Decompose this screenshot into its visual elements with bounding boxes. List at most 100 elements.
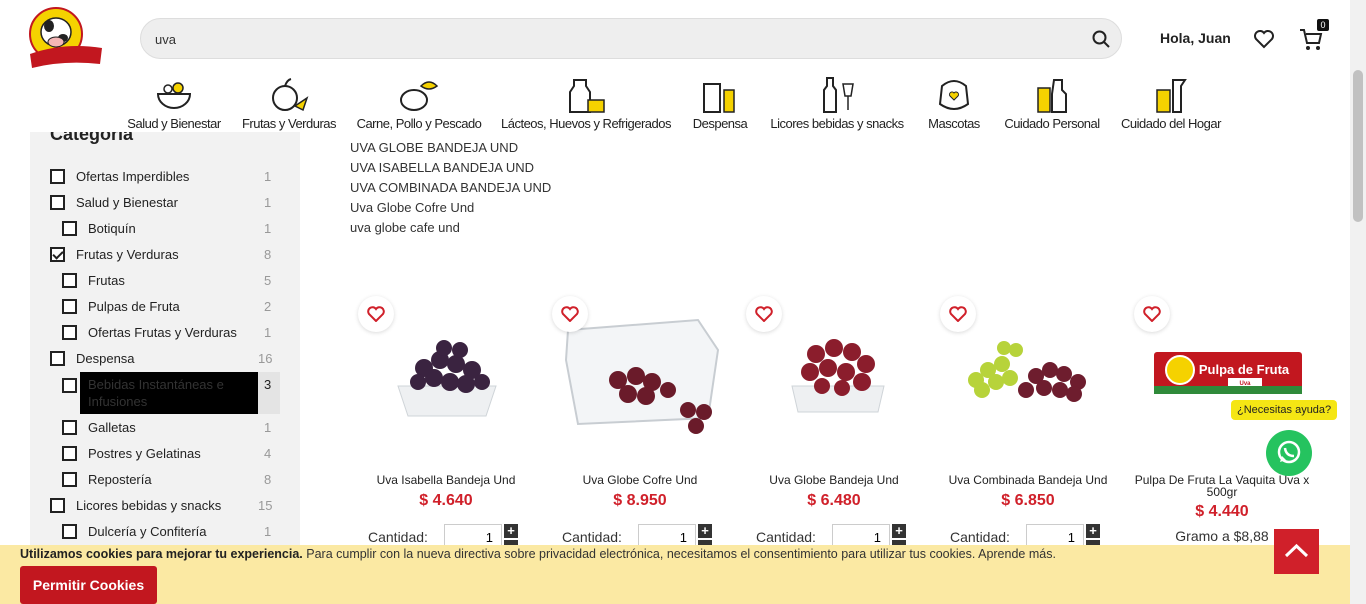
facet-galletas[interactable]: Galletas (62, 417, 136, 437)
facet-label: Despensa (76, 350, 135, 366)
facet-label: Frutas (88, 272, 125, 288)
facet-checkbox[interactable] (50, 194, 65, 210)
search-icon[interactable] (1091, 29, 1111, 49)
facet-botiquin[interactable]: Botiquín (62, 218, 136, 238)
learn-more-link[interactable]: Aprende más. (978, 547, 1056, 561)
page-scrollbar[interactable] (1350, 0, 1366, 604)
favorite-button[interactable] (746, 296, 782, 332)
facet-checkbox[interactable] (50, 350, 65, 366)
facet-checkbox[interactable] (62, 377, 77, 393)
whatsapp-icon (1277, 440, 1301, 464)
pet-icon (938, 80, 970, 110)
product-name[interactable]: Uva Combinada Bandeja Und (938, 474, 1118, 486)
facet-checkbox[interactable] (62, 419, 77, 435)
product-name[interactable]: Uva Isabella Bandeja Und (356, 474, 536, 486)
facet-pulpas-de-fruta[interactable]: Pulpas de Fruta (62, 296, 180, 316)
facet-checkbox[interactable] (62, 471, 77, 487)
facet-despensa[interactable]: Despensa (50, 348, 135, 368)
facet-checkbox[interactable] (62, 220, 77, 236)
product-name[interactable]: Pulpa De Fruta La Vaquita Uva x 500gr (1132, 474, 1312, 498)
quantity-label: Cantidad: (562, 529, 622, 545)
facet-frutas-verduras[interactable]: Frutas y Verduras (50, 244, 179, 264)
pack-flavor: Uva (1239, 381, 1251, 387)
facet-dulceria[interactable]: Dulcería y Confitería (62, 521, 207, 541)
category-despensa[interactable]: Despensa (690, 76, 750, 131)
facet-label: Licores bebidas y snacks (76, 497, 222, 513)
facet-reposteria[interactable]: Repostería (62, 469, 152, 489)
product-price: $ 6.480 (807, 492, 861, 509)
whatsapp-help-tooltip[interactable]: ¿Necesitas ayuda? (1231, 400, 1338, 420)
category-licores[interactable]: Licores bebidas y snacks (768, 76, 906, 131)
product-card[interactable]: Pulpa de Fruta Uva Pulpa De Fruta La Vaq… (1132, 290, 1312, 550)
quantity-label: Cantidad: (756, 529, 816, 545)
product-name[interactable]: Uva Globe Cofre Und (550, 474, 730, 486)
facet-checkbox[interactable] (50, 497, 65, 513)
facet-checkbox[interactable] (62, 298, 77, 314)
facet-postres-gelatinas[interactable]: Postres y Gelatinas (62, 443, 201, 463)
suggestion-item[interactable]: UVA COMBINADA BANDEJA UND (350, 178, 551, 198)
whatsapp-button[interactable] (1266, 430, 1312, 476)
facet-count: 4 (264, 446, 272, 461)
heart-icon (1143, 306, 1161, 322)
wishlist-heart-icon[interactable] (1253, 28, 1275, 50)
suggestion-item[interactable]: uva globe cafe und (350, 218, 551, 238)
category-frutas-verduras[interactable]: Frutas y Verduras (240, 76, 338, 131)
facet-frutas[interactable]: Frutas (62, 270, 125, 290)
category-salud-bienestar[interactable]: Salud y Bienestar (126, 76, 222, 131)
facet-checkbox[interactable] (62, 324, 77, 340)
facet-count: 1 (264, 420, 272, 435)
facet-ofertas-imperdibles[interactable]: Ofertas Imperdibles (50, 166, 189, 186)
favorite-button[interactable] (552, 296, 588, 332)
increase-quantity-button[interactable]: + (698, 524, 712, 538)
facet-licores[interactable]: Licores bebidas y snacks (50, 495, 221, 515)
facet-label: Postres y Gelatinas (88, 445, 201, 461)
facet-count: 8 (264, 472, 272, 487)
home-care-icon (1156, 79, 1187, 113)
category-cuidado-hogar[interactable]: Cuidado del Hogar (1118, 76, 1224, 131)
favorite-button[interactable] (940, 296, 976, 332)
la-vaquita-logo[interactable] (26, 6, 104, 70)
pantry-icon (703, 83, 735, 113)
user-greeting[interactable]: Hola, Juan (1160, 30, 1231, 46)
chevron-up-icon (1284, 543, 1309, 558)
allow-cookies-button[interactable]: Permitir Cookies (20, 566, 157, 604)
suggestion-item[interactable]: Uva Globe Cofre Und (350, 198, 551, 218)
quantity-label: Cantidad: (950, 529, 1010, 545)
facet-checkbox[interactable] (62, 445, 77, 461)
suggestion-item[interactable]: UVA GLOBE BANDEJA UND (350, 138, 551, 158)
facet-salud-bienestar[interactable]: Salud y Bienestar (50, 192, 178, 212)
facet-label: Botiquín (88, 220, 136, 236)
facet-label: Dulcería y Confitería (88, 523, 207, 539)
category-mascotas[interactable]: Mascotas (922, 76, 986, 131)
increase-quantity-button[interactable]: + (892, 524, 906, 538)
facet-checkbox[interactable] (62, 523, 77, 539)
product-name[interactable]: Uva Globe Bandeja Und (744, 474, 924, 486)
scrollbar-thumb[interactable] (1353, 70, 1363, 222)
product-card[interactable]: Uva Isabella Bandeja Und $ 4.640 Cantida… (356, 290, 536, 554)
product-card[interactable]: Uva Combinada Bandeja Und $ 6.850 Cantid… (938, 290, 1118, 554)
dairy-icon (569, 79, 605, 113)
category-lacteos[interactable]: Lácteos, Huevos y Refrigerados (500, 76, 672, 131)
facet-checkbox[interactable] (62, 272, 77, 288)
heart-icon (561, 306, 579, 322)
increase-quantity-button[interactable]: + (1086, 524, 1100, 538)
facet-checkbox-checked[interactable] (50, 246, 65, 262)
facet-count: 2 (264, 299, 272, 314)
product-card[interactable]: Uva Globe Bandeja Und $ 6.480 Cantidad: … (744, 290, 924, 554)
category-cuidado-personal[interactable]: Cuidado Personal (1002, 76, 1102, 131)
favorite-button[interactable] (358, 296, 394, 332)
facet-checkbox[interactable] (50, 168, 65, 184)
suggestion-item[interactable]: UVA ISABELLA BANDEJA UND (350, 158, 551, 178)
facet-count: 1 (264, 195, 272, 210)
cookie-headline: Utilizamos cookies para mejorar tu exper… (20, 547, 303, 561)
facet-label: Frutas y Verduras (76, 246, 179, 262)
facet-ofertas-frutas-verduras[interactable]: Ofertas Frutas y Verduras (62, 322, 237, 342)
favorite-button[interactable] (1134, 296, 1170, 332)
personal-care-icon (1037, 79, 1067, 113)
search-input[interactable] (155, 29, 1055, 49)
increase-quantity-button[interactable]: + (504, 524, 518, 538)
scroll-to-top-button[interactable] (1274, 529, 1319, 574)
product-card[interactable]: Uva Globe Cofre Und $ 8.950 Cantidad: + (550, 290, 730, 554)
category-carne-pollo-pescado[interactable]: Carne, Pollo y Pescado (356, 76, 482, 131)
facet-bebidas-instantaneas[interactable]: Bebidas Instantáneas e Infusiones (80, 372, 258, 414)
